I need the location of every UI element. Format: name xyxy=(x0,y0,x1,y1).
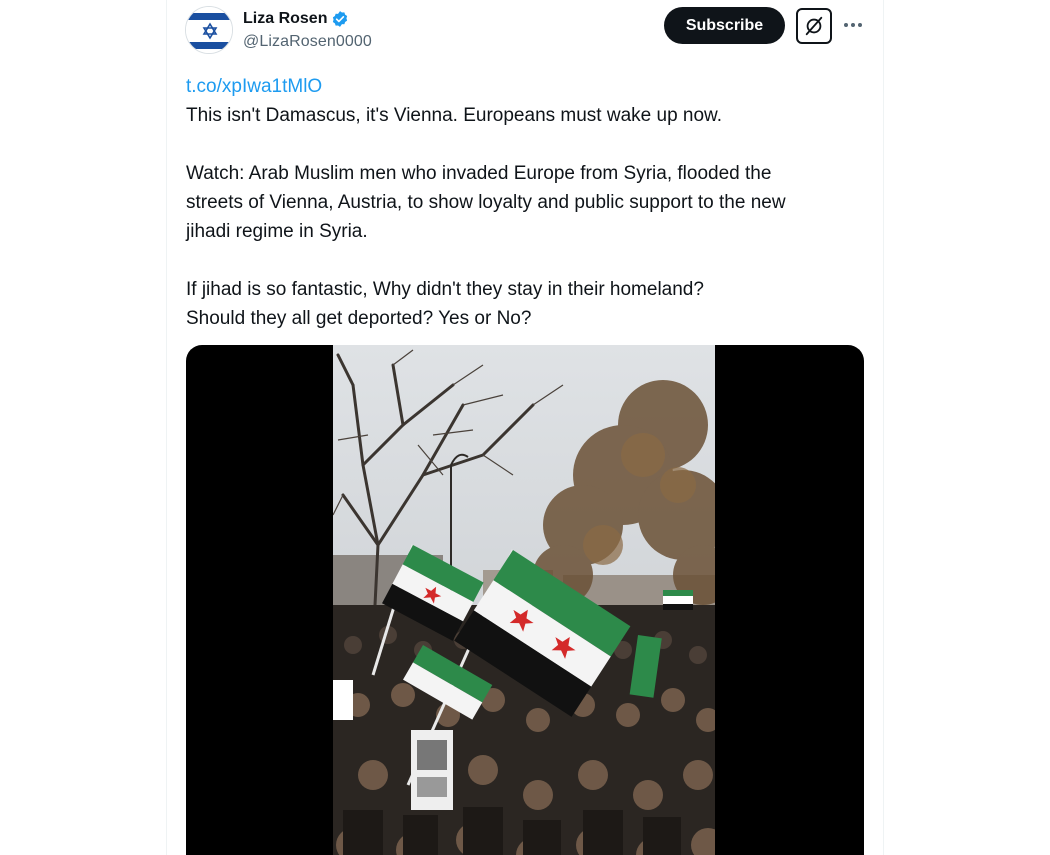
author-display-name[interactable]: Liza Rosen xyxy=(243,9,327,29)
author-handle[interactable]: @LizaRosen0000 xyxy=(243,32,372,52)
author-name-row[interactable]: Liza Rosen xyxy=(243,8,349,30)
tweet-page: Liza Rosen @LizaRosen0000 Subscribe t.co… xyxy=(0,0,1050,855)
video-thumbnail[interactable] xyxy=(333,345,715,855)
video-scene-illustration xyxy=(333,345,715,855)
tweet-video-player[interactable] xyxy=(186,345,864,855)
tweet-line: This isn't Damascus, it's Vienna. Europe… xyxy=(186,105,722,126)
tweet-line: jihadi regime in Syria. xyxy=(186,221,368,242)
verified-badge-icon xyxy=(331,10,349,28)
subscribe-button[interactable]: Subscribe xyxy=(664,7,785,44)
more-horizontal-icon xyxy=(844,23,862,27)
tweet-link[interactable]: t.co/xpIwa1tMlO xyxy=(186,72,866,101)
grok-icon xyxy=(805,16,823,36)
author-avatar[interactable] xyxy=(185,6,233,54)
tweet-line: Should they all get deported? Yes or No? xyxy=(186,308,532,329)
more-options-button[interactable] xyxy=(838,12,868,38)
tweet-line: If jihad is so fantastic, Why didn't the… xyxy=(186,279,704,300)
grok-button[interactable] xyxy=(796,8,832,44)
tweet-text: t.co/xpIwa1tMlO This isn't Damascus, it'… xyxy=(186,72,866,333)
israel-flag-avatar-icon xyxy=(186,7,232,53)
tweet-line: streets of Vienna, Austria, to show loya… xyxy=(186,192,786,213)
tweet-line: Watch: Arab Muslim men who invaded Europ… xyxy=(186,163,772,184)
